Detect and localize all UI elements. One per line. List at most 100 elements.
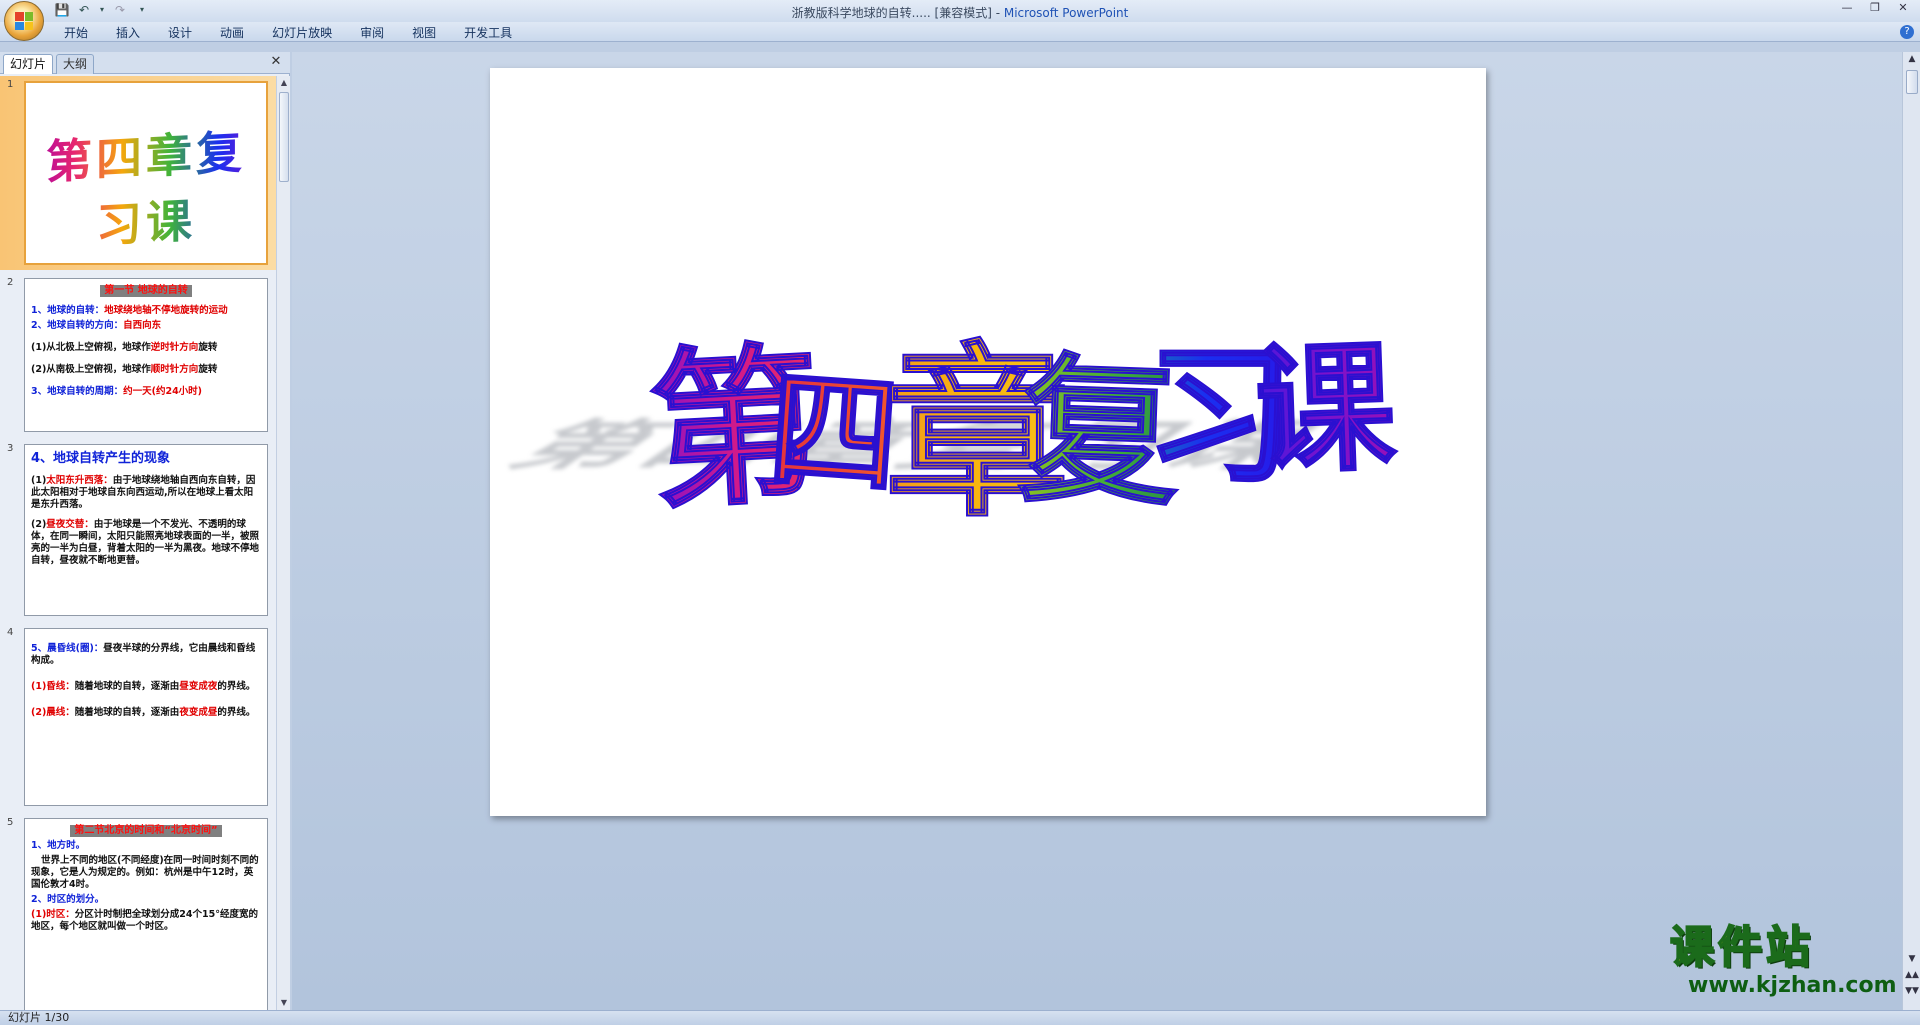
slide-thumbnail-row[interactable]: 4 5、晨昏线(圈)：昼夜半球的分界线，它由晨线和昏线构成。 (1)昏线：随着地…	[0, 624, 276, 810]
thumbnails-scrollbar[interactable]: ▲ ▼	[276, 76, 290, 1010]
thumb-text: 的界线。	[217, 681, 256, 692]
thumb-label: (2)晨线：	[31, 707, 75, 718]
document-title: 浙教版科学地球的自转..... [兼容模式]	[791, 6, 992, 20]
thumb-label: 1、地球的自转：	[31, 305, 105, 316]
slide-thumbnail-row[interactable]: 2 第一节 地球的自转 1、地球的自转：地球绕地轴不停地旋转的运动 2、地球自转…	[0, 274, 276, 436]
title-bar: 💾 ↶ ▾ ↷ ▾ 浙教版科学地球的自转..... [兼容模式] - Micro…	[0, 0, 1920, 41]
thumb-value: 约一天(约24小时)	[123, 386, 203, 397]
slide-number: 2	[7, 277, 14, 288]
thumb-text: (1)	[31, 475, 47, 486]
tab-insert[interactable]: 插入	[102, 24, 154, 42]
thumb-value: 昼变成夜	[179, 681, 218, 692]
wordart-char: 四	[764, 352, 904, 514]
tab-outline[interactable]: 大纲	[56, 54, 95, 74]
thumb-value: 逆时针方向	[150, 342, 199, 353]
tab-view[interactable]: 视图	[398, 24, 450, 42]
slide-thumbnail[interactable]: 第四章复习课	[24, 81, 268, 265]
editor-scrollbar[interactable]: ▲ ▼ ▲▲ ▼▼	[1902, 52, 1920, 1010]
scroll-down-icon[interactable]: ▼	[1904, 952, 1920, 966]
current-slide[interactable]: 第 四 章 复 习 课 第 四 章 复 习 课	[490, 68, 1486, 816]
wordart-chars: 第 四 章 复 习 课	[644, 323, 1400, 543]
slide-thumbnail-row[interactable]: 3 4、地球自转产生的现象 (1)太阳东升西落：由于地球绕地轴自西向东自转，因此…	[0, 440, 276, 620]
wordart-title: 第 四 章 复 习 课 第 四 章 复 习 课	[490, 323, 1400, 543]
slide-thumbnail[interactable]: 第一节 地球的自转 1、地球的自转：地球绕地轴不停地旋转的运动 2、地球自转的方…	[24, 278, 268, 432]
pane-close-icon[interactable]: ✕	[268, 54, 284, 70]
watermark-logo: 课件站 www.kjzhan.com	[1669, 922, 1905, 1005]
tab-design[interactable]: 设计	[154, 24, 206, 42]
thumb-label: (1)昏线：	[31, 681, 75, 692]
status-bar: 幻灯片 1/30	[0, 1010, 1920, 1025]
slide-thumbnail[interactable]: 5、晨昏线(圈)：昼夜半球的分界线，它由晨线和昏线构成。 (1)昏线：随着地球的…	[24, 628, 268, 806]
slide-thumbnail-row[interactable]: 5 第二节北京的时间和“北京时间” 1、地方时。 世界上不同的地区(不同经度)在…	[0, 814, 276, 1010]
ribbon-tabs: 开始 插入 设计 动画 幻灯片放映 审阅 视图 开发工具	[50, 24, 526, 42]
thumb-value: 地球绕地轴不停地旋转的运动	[104, 305, 228, 316]
pane-tabs: 幻灯片 大纲 ✕	[0, 52, 290, 74]
thumb-content: 5、晨昏线(圈)：昼夜半球的分界线，它由晨线和昏线构成。 (1)昏线：随着地球的…	[25, 629, 267, 805]
slide-thumbnail[interactable]: 第二节北京的时间和“北京时间” 1、地方时。 世界上不同的地区(不同经度)在同一…	[24, 818, 268, 1010]
office-button[interactable]	[4, 1, 44, 41]
slide-thumbnail-row[interactable]: 1 第四章复习课	[0, 76, 276, 270]
title-separator: -	[991, 6, 1004, 20]
scroll-up-icon[interactable]: ▲	[1904, 52, 1920, 66]
thumb-content: 第一节 地球的自转 1、地球的自转：地球绕地轴不停地旋转的运动 2、地球自转的方…	[25, 279, 267, 431]
thumb-label: 5、晨昏线(圈)：	[31, 643, 104, 654]
slide-counter: 幻灯片 1/30	[8, 1011, 70, 1024]
previous-slide-icon[interactable]: ▲▲	[1904, 968, 1920, 982]
thumb-label: 2、时区的划分。	[31, 894, 105, 905]
thumb-value: 顺时针方向	[150, 364, 199, 375]
thumb-text: 旋转	[198, 364, 218, 375]
thumb-text: 的界线。	[217, 707, 256, 718]
slide-number: 3	[7, 443, 14, 454]
thumb-label: (1)时区：	[31, 909, 75, 920]
thumb-label: 1、地方时。	[31, 840, 86, 851]
ribbon: 开始 插入 设计 动画 幻灯片放映 审阅 视图 开发工具 ?	[0, 22, 1920, 42]
app-name: Microsoft PowerPoint	[1003, 6, 1129, 20]
thumb-label: 2、地球自转的方向：	[31, 320, 124, 331]
slide-editor: 第 四 章 复 习 课 第 四 章 复 习 课	[292, 52, 1902, 1010]
thumb-label: 昼夜交替：	[46, 519, 94, 530]
maximize-icon[interactable]: ❐	[1862, 1, 1888, 17]
slide-thumbnail[interactable]: 4、地球自转产生的现象 (1)太阳东升西落：由于地球绕地轴自西向东自转，因此太阳…	[24, 444, 268, 616]
close-icon[interactable]: ✕	[1890, 1, 1916, 17]
scrollbar-thumb[interactable]	[1906, 70, 1918, 94]
office-logo-icon	[15, 12, 33, 30]
thumb-label: 3、地球自转的周期：	[31, 386, 124, 397]
thumb-header: 4、地球自转产生的现象	[31, 451, 171, 466]
next-slide-icon[interactable]: ▼▼	[1904, 984, 1920, 998]
window-title: 浙教版科学地球的自转..... [兼容模式] - Microsoft Power…	[0, 4, 1920, 21]
watermark-text: 课件站	[1669, 922, 1814, 974]
wordart-char: 课	[1253, 325, 1400, 494]
tab-developer[interactable]: 开发工具	[450, 24, 526, 42]
tab-animations[interactable]: 动画	[206, 24, 258, 42]
thumb-header: 第一节 地球的自转	[100, 285, 192, 297]
thumb-text: (2)从南极上空俯视，地球作	[31, 364, 151, 375]
scrollbar-thumb[interactable]	[279, 92, 289, 182]
scroll-up-icon[interactable]: ▲	[277, 76, 291, 90]
watermark-url: www.kjzhan.com	[1688, 973, 1897, 998]
tab-home[interactable]: 开始	[50, 24, 102, 42]
thumb-text: (2)	[31, 519, 47, 530]
tab-slides[interactable]: 幻灯片	[3, 54, 54, 74]
thumb-content: 4、地球自转产生的现象 (1)太阳东升西落：由于地球绕地轴自西向东自转，因此太阳…	[25, 445, 267, 615]
tab-review[interactable]: 审阅	[346, 24, 398, 42]
thumb-content: 第二节北京的时间和“北京时间” 1、地方时。 世界上不同的地区(不同经度)在同一…	[25, 819, 267, 1010]
thumb-text: 旋转	[198, 342, 218, 353]
thumb-text: (1)从北极上空俯视，地球作	[31, 342, 151, 353]
slide-thumbnails: 1 第四章复习课 2 第一节 地球的自转 1、地球的自转：地球绕地轴不停地旋转的…	[0, 76, 276, 1010]
slide-number: 4	[7, 627, 14, 638]
help-icon[interactable]: ?	[1900, 25, 1914, 39]
scroll-down-icon[interactable]: ▼	[277, 996, 291, 1010]
minimize-icon[interactable]: —	[1834, 1, 1860, 17]
thumb-text: 世界上不同的地区(不同经度)在同一时间时刻不同的现象，它是人为规定的。例如：杭州…	[31, 855, 259, 890]
thumb-text: 随着地球的自转，逐渐由	[74, 681, 180, 692]
slides-pane: 幻灯片 大纲 ✕ 1 第四章复习课 2 第一节 地球的自转 1、地球的自转：地球…	[0, 52, 290, 1010]
slide-number: 1	[7, 79, 14, 90]
thumb-value: 自西向东	[123, 320, 162, 331]
thumb-header: 第二节北京的时间和“北京时间”	[70, 825, 222, 837]
window-controls: — ❐ ✕	[1834, 1, 1916, 17]
thumb-label: 太阳东升西落：	[46, 475, 113, 486]
slide-number: 5	[7, 817, 14, 828]
thumb-text: 随着地球的自转，逐渐由	[74, 707, 180, 718]
thumb-title: 第四章复习课	[26, 115, 266, 260]
tab-slideshow[interactable]: 幻灯片放映	[258, 24, 346, 42]
